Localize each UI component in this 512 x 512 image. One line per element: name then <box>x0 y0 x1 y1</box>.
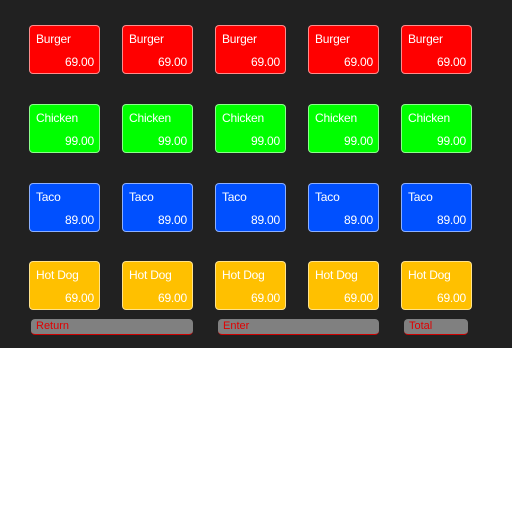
menu-item-label: Taco <box>36 190 61 204</box>
menu-item-burger-5[interactable]: Burger 69.00 <box>401 25 472 74</box>
menu-item-price: 89.00 <box>343 213 373 227</box>
menu-item-label: Burger <box>36 32 71 46</box>
menu-item-label: Hot Dog <box>222 268 265 282</box>
menu-item-price: 99.00 <box>436 134 466 148</box>
menu-item-burger-4[interactable]: Burger 69.00 <box>308 25 379 74</box>
menu-item-price: 99.00 <box>64 134 94 148</box>
total-button[interactable]: Total <box>404 319 468 335</box>
menu-item-taco-5[interactable]: Taco 89.00 <box>401 183 472 232</box>
enter-button[interactable]: Enter <box>218 319 379 335</box>
menu-item-label: Chicken <box>36 111 78 125</box>
menu-item-price: 69.00 <box>157 55 187 69</box>
return-button[interactable]: Return <box>31 319 193 335</box>
menu-item-label: Hot Dog <box>36 268 79 282</box>
menu-item-label: Taco <box>408 190 433 204</box>
menu-item-taco-2[interactable]: Taco 89.00 <box>122 183 193 232</box>
menu-item-price: 69.00 <box>436 291 466 305</box>
menu-item-price: 69.00 <box>436 55 466 69</box>
pos-panel: Burger 69.00 Burger 69.00 Burger 69.00 B… <box>0 0 512 348</box>
menu-item-label: Taco <box>315 190 340 204</box>
menu-item-hot-dog-2[interactable]: Hot Dog 69.00 <box>122 261 193 310</box>
menu-item-label: Burger <box>129 32 164 46</box>
menu-item-price: 69.00 <box>157 291 187 305</box>
enter-button-label: Enter <box>223 320 250 332</box>
menu-item-label: Burger <box>315 32 350 46</box>
menu-item-price: 99.00 <box>343 134 373 148</box>
menu-item-chicken-5[interactable]: Chicken 99.00 <box>401 104 472 153</box>
menu-item-hot-dog-5[interactable]: Hot Dog 69.00 <box>401 261 472 310</box>
menu-item-price: 69.00 <box>343 55 373 69</box>
menu-item-chicken-4[interactable]: Chicken 99.00 <box>308 104 379 153</box>
total-button-label: Total <box>409 320 433 332</box>
menu-item-label: Taco <box>129 190 154 204</box>
menu-item-taco-4[interactable]: Taco 89.00 <box>308 183 379 232</box>
menu-item-price: 69.00 <box>343 291 373 305</box>
menu-item-price: 69.00 <box>250 55 280 69</box>
menu-item-label: Chicken <box>222 111 264 125</box>
menu-item-label: Hot Dog <box>408 268 451 282</box>
menu-item-label: Chicken <box>408 111 450 125</box>
menu-item-label: Taco <box>222 190 247 204</box>
menu-item-label: Chicken <box>129 111 171 125</box>
menu-item-price: 89.00 <box>436 213 466 227</box>
menu-item-price: 89.00 <box>250 213 280 227</box>
menu-item-price: 69.00 <box>64 55 94 69</box>
menu-item-taco-1[interactable]: Taco 89.00 <box>29 183 100 232</box>
menu-item-burger-3[interactable]: Burger 69.00 <box>215 25 286 74</box>
menu-item-burger-2[interactable]: Burger 69.00 <box>122 25 193 74</box>
menu-item-label: Hot Dog <box>315 268 358 282</box>
menu-item-label: Chicken <box>315 111 357 125</box>
menu-item-price: 69.00 <box>250 291 280 305</box>
menu-item-taco-3[interactable]: Taco 89.00 <box>215 183 286 232</box>
menu-item-price: 89.00 <box>64 213 94 227</box>
menu-item-label: Hot Dog <box>129 268 172 282</box>
menu-item-burger-1[interactable]: Burger 69.00 <box>29 25 100 74</box>
menu-item-label: Burger <box>222 32 257 46</box>
menu-item-chicken-2[interactable]: Chicken 99.00 <box>122 104 193 153</box>
menu-item-label: Burger <box>408 32 443 46</box>
menu-item-chicken-1[interactable]: Chicken 99.00 <box>29 104 100 153</box>
return-button-label: Return <box>36 320 70 332</box>
menu-item-hot-dog-4[interactable]: Hot Dog 69.00 <box>308 261 379 310</box>
menu-item-price: 89.00 <box>157 213 187 227</box>
menu-item-hot-dog-1[interactable]: Hot Dog 69.00 <box>29 261 100 310</box>
menu-item-chicken-3[interactable]: Chicken 99.00 <box>215 104 286 153</box>
menu-item-hot-dog-3[interactable]: Hot Dog 69.00 <box>215 261 286 310</box>
menu-item-price: 99.00 <box>157 134 187 148</box>
menu-item-price: 69.00 <box>64 291 94 305</box>
menu-item-price: 99.00 <box>250 134 280 148</box>
